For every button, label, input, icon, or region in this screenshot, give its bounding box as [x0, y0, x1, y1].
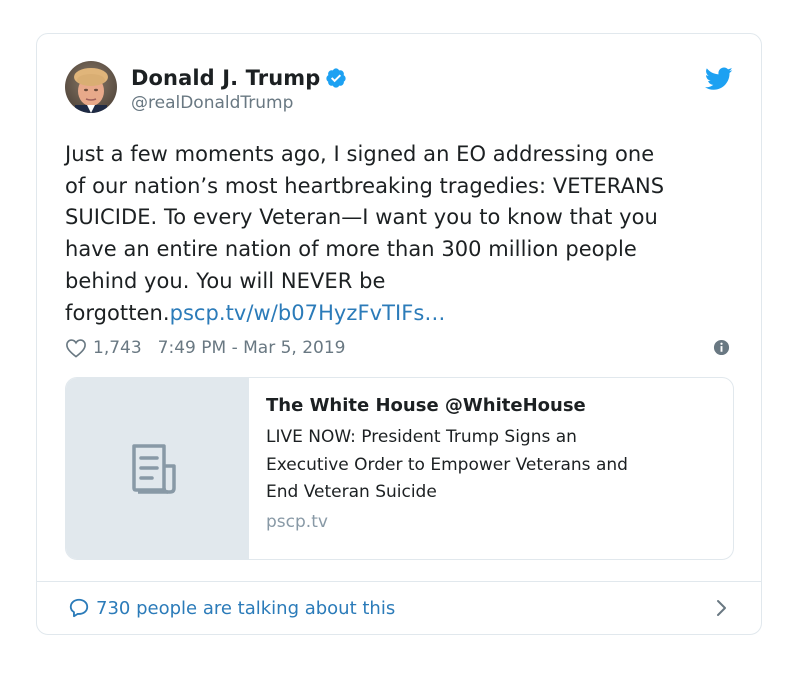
- quote-thumbnail: [66, 378, 249, 559]
- quote-description-line: LIVE NOW: President Trump Signs an: [266, 427, 577, 447]
- tweet-timestamp[interactable]: 7:49 PM - Mar 5, 2019: [158, 338, 346, 358]
- quote-title: The White House @WhiteHouse: [266, 395, 586, 416]
- display-name[interactable]: Donald J. Trump: [131, 66, 320, 90]
- tweet-text: Just a few moments ago, I signed an EO a…: [65, 139, 745, 329]
- tweet-meta: 1,743 7:49 PM - Mar 5, 2019: [65, 336, 733, 360]
- quote-description: LIVE NOW: President Trump Signs an Execu…: [266, 424, 719, 507]
- avatar[interactable]: [65, 61, 117, 113]
- tweet-text-line: have an entire nation of more than 300 m…: [65, 237, 637, 262]
- quote-domain: pscp.tv: [266, 511, 328, 532]
- tweet-link[interactable]: pscp.tv/w/b07HyzFvTIFs…: [170, 301, 446, 325]
- verified-badge-icon: [325, 67, 347, 89]
- quote-description-line: End Veteran Suicide: [266, 482, 437, 502]
- twitter-bird-icon[interactable]: [704, 67, 733, 91]
- quote-description-line: Executive Order to Empower Veterans and: [266, 454, 628, 475]
- tweet-text-line: Just a few moments ago, I signed an EO a…: [65, 142, 655, 166]
- heart-icon[interactable]: [65, 338, 87, 358]
- chevron-right-icon[interactable]: [716, 599, 728, 617]
- tweet-text-tail: forgotten.: [65, 300, 170, 325]
- quoted-link-card[interactable]: The White House @WhiteHouse LIVE NOW: Pr…: [65, 377, 734, 560]
- tweet-text-line: behind you. You will NEVER be: [65, 268, 386, 293]
- document-icon: [128, 442, 184, 498]
- tweet-text-line: SUICIDE. To every Veteran—I want you to …: [65, 205, 658, 230]
- author-names: Donald J. Trump @realDonaldTrump: [131, 65, 347, 113]
- footer-divider: [37, 581, 761, 582]
- tweet-header: Donald J. Trump @realDonaldTrump: [65, 61, 733, 117]
- like-count[interactable]: 1,743: [93, 338, 142, 358]
- speech-bubble-icon: [68, 597, 90, 619]
- embedded-tweet-card: Donald J. Trump @realDonaldTrump Just a …: [36, 33, 762, 635]
- display-name-row: Donald J. Trump: [131, 65, 347, 91]
- info-icon[interactable]: [713, 339, 730, 356]
- author-handle[interactable]: @realDonaldTrump: [131, 93, 347, 113]
- tweet-text-line-last: forgotten.pscp.tv/w/b07HyzFvTIFs…: [65, 298, 745, 330]
- tweet-text-line: of our nation’s most heartbreaking trage…: [65, 173, 665, 198]
- talking-count-label[interactable]: 730 people are talking about this: [96, 598, 395, 619]
- conversation-link[interactable]: 730 people are talking about this: [65, 594, 733, 622]
- quote-body: The White House @WhiteHouse LIVE NOW: Pr…: [266, 395, 719, 532]
